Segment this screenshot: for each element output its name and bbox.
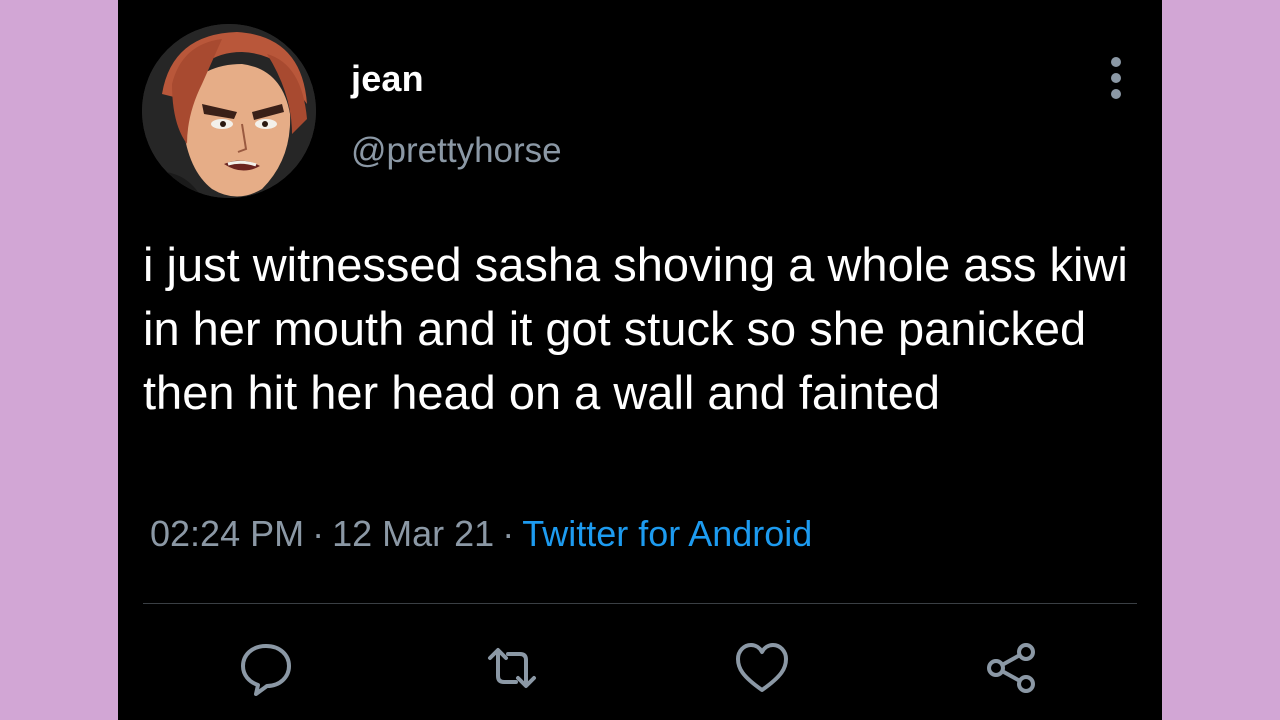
tweet-card: jean @prettyhorse i just witnessed sasha… bbox=[118, 0, 1162, 720]
like-button[interactable] bbox=[730, 636, 794, 700]
divider bbox=[143, 603, 1137, 604]
more-vertical-icon[interactable] bbox=[1098, 52, 1134, 104]
heart-icon bbox=[736, 643, 788, 692]
tweet-text: i just witnessed sasha shoving a whole a… bbox=[143, 238, 1128, 419]
reply-icon bbox=[241, 644, 291, 696]
more-dot bbox=[1111, 89, 1121, 99]
tweet-time: 02:24 PM bbox=[150, 513, 305, 554]
more-dot bbox=[1111, 73, 1121, 83]
anime-character-avatar-icon bbox=[142, 24, 316, 198]
retweet-icon bbox=[488, 648, 536, 688]
display-name[interactable]: jean bbox=[351, 58, 424, 100]
page-background: jean @prettyhorse i just witnessed sasha… bbox=[0, 0, 1280, 720]
separator: · bbox=[312, 513, 325, 554]
tweet-source-link[interactable]: Twitter for Android bbox=[522, 513, 812, 554]
tweet-metadata: 02:24 PM · 12 Mar 21 · Twitter for Android bbox=[150, 513, 812, 555]
user-handle[interactable]: @prettyhorse bbox=[351, 131, 562, 171]
reply-button[interactable] bbox=[234, 636, 298, 700]
separator: · bbox=[502, 513, 515, 554]
share-button[interactable] bbox=[980, 636, 1044, 700]
share-icon bbox=[987, 643, 1035, 693]
avatar[interactable] bbox=[142, 24, 316, 198]
more-dot bbox=[1111, 57, 1121, 67]
tweet-actions-bar bbox=[118, 636, 1162, 700]
retweet-button[interactable] bbox=[480, 636, 544, 700]
tweet-date: 12 Mar 21 bbox=[332, 513, 495, 554]
